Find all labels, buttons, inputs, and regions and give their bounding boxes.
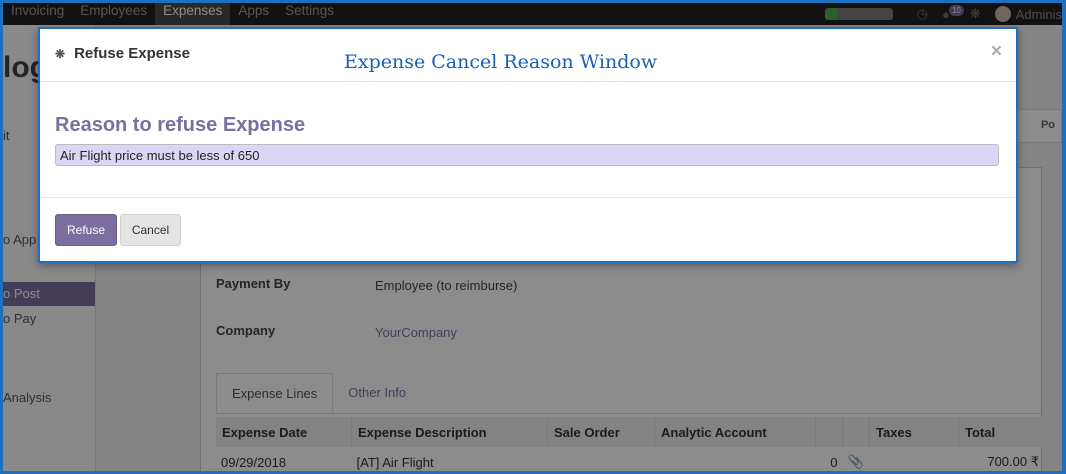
- refuse-button[interactable]: Refuse: [55, 214, 117, 246]
- annotation-caption: Expense Cancel Reason Window: [344, 51, 658, 73]
- reason-input[interactable]: Air Flight price must be less of 650: [55, 144, 999, 166]
- modal-title-text: Refuse Expense: [74, 45, 190, 62]
- cancel-button[interactable]: Cancel: [120, 214, 181, 246]
- modal-title: ❋ Refuse Expense: [55, 45, 190, 62]
- bug-icon: ❋: [55, 46, 66, 61]
- modal-body: Reason to refuse Expense Air Flight pric…: [40, 82, 1016, 198]
- modal-footer: Refuse Cancel: [40, 197, 1016, 262]
- reason-label: Reason to refuse Expense: [55, 114, 306, 136]
- close-icon[interactable]: ×: [991, 41, 1002, 63]
- app-frame: Invoicing Employees Expenses Apps Settin…: [3, 3, 1062, 471]
- refuse-expense-dialog: ❋ Refuse Expense Expense Cancel Reason W…: [38, 27, 1018, 263]
- modal-header: ❋ Refuse Expense Expense Cancel Reason W…: [40, 29, 1016, 82]
